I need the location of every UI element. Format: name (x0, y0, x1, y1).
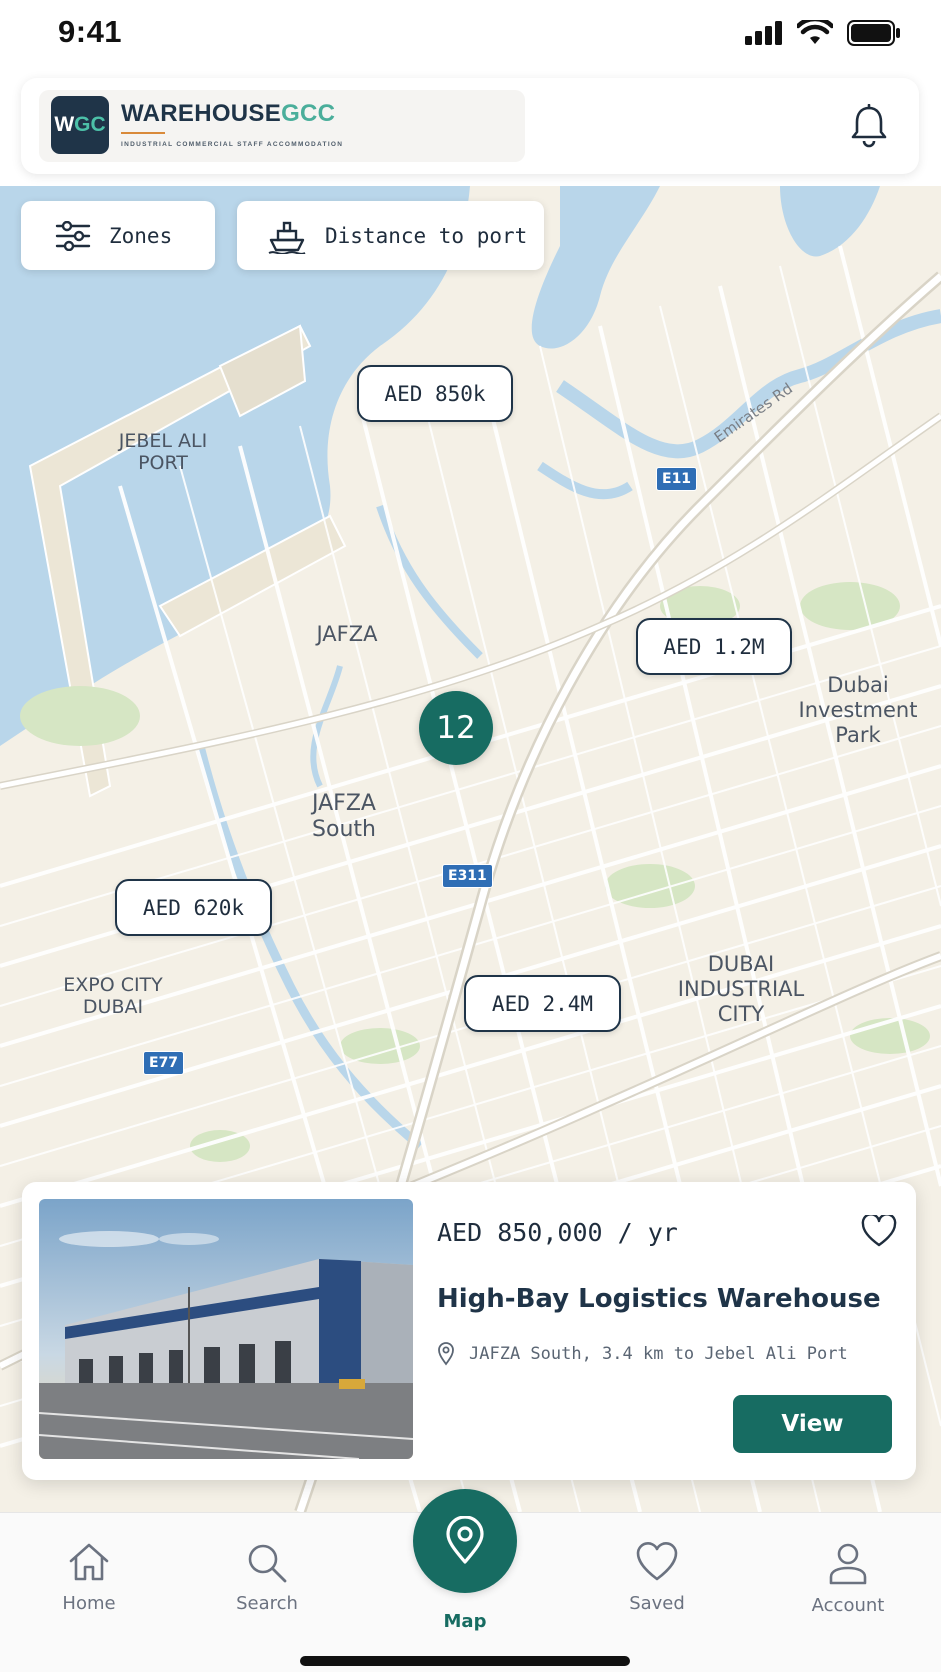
listing-location-text: JAFZA South, 3.4 km to Jebel Ali Port (469, 1344, 848, 1364)
home-icon (69, 1543, 109, 1581)
bell-icon (851, 104, 887, 148)
nav-search-label: Search (236, 1593, 298, 1614)
road-shield-e311: E311 (442, 864, 493, 888)
listing-title: High-Bay Logistics Warehouse (437, 1284, 881, 1314)
bottom-nav: Home Search Map Saved Account (0, 1489, 941, 1672)
label-line: Investment (798, 697, 918, 722)
price-pin[interactable]: AED 850k (357, 365, 513, 422)
sliders-icon (55, 220, 91, 251)
heart-icon (636, 1542, 678, 1581)
brand-logo[interactable]: W GC WAREHOUSEGCC INDUSTRIAL COMMERCIAL S… (39, 90, 525, 162)
map-pin-icon (438, 1342, 454, 1366)
listing-card[interactable]: AED 850,000 / yr High-Bay Logistics Ware… (22, 1182, 916, 1480)
nav-account-label: Account (811, 1595, 885, 1616)
home-indicator (300, 1656, 630, 1666)
wifi-icon (797, 20, 833, 44)
label-line: JEBEL ALI (118, 430, 208, 452)
label-line: DUBAI (82, 996, 144, 1019)
nav-map-button[interactable] (413, 1489, 517, 1593)
logo-mark-w: W (54, 113, 75, 136)
label-dubai-industrial-city: DUBAI INDUSTRIAL CITY (666, 952, 816, 1026)
logo-mark-gc: GC (74, 113, 106, 136)
nav-home[interactable]: Home (29, 1541, 149, 1614)
nav-account[interactable]: Account (788, 1541, 908, 1616)
brand-name-primary: WAREHOUSE (121, 100, 282, 127)
logo-mark: W GC (51, 96, 109, 154)
road-shield-e77: E77 (143, 1051, 185, 1075)
label-line: JAFZA (312, 791, 376, 816)
nav-home-label: Home (62, 1593, 116, 1614)
distance-to-port-button[interactable]: Distance to port (237, 201, 544, 270)
view-button[interactable]: View (733, 1395, 892, 1453)
logo-underline (121, 132, 165, 134)
nav-saved-label: Saved (629, 1593, 685, 1614)
road-shield-e11: E11 (656, 467, 698, 491)
map-pin-icon (446, 1516, 484, 1564)
status-bar: 9:41 (0, 0, 941, 70)
price-pin[interactable]: AED 620k (115, 879, 272, 936)
nav-map-label: Map (443, 1611, 487, 1632)
heart-icon (861, 1215, 897, 1247)
zones-filter-label: Zones (109, 223, 173, 248)
ship-icon (267, 218, 307, 254)
nav-saved[interactable]: Saved (597, 1541, 717, 1614)
label-line: Park (835, 722, 881, 747)
label-line: CITY (717, 1001, 765, 1026)
price-pin[interactable]: AED 1.2M (636, 618, 792, 675)
battery-icon (847, 20, 900, 46)
label-line: EXPO CITY (63, 974, 163, 996)
app-header: W GC WAREHOUSEGCC INDUSTRIAL COMMERCIAL S… (21, 78, 919, 174)
label-line: PORT (138, 452, 188, 475)
label-jebel-ali-port: JEBEL ALI PORT (98, 430, 228, 475)
brand-name-accent: GCC (281, 100, 336, 127)
signal-icon (745, 21, 782, 45)
favorite-button[interactable] (856, 1208, 902, 1254)
price-pin[interactable]: AED 2.4M (464, 975, 621, 1032)
status-icons (745, 20, 901, 46)
label-line: INDUSTRIAL (677, 976, 805, 1001)
label-line: Dubai (827, 673, 889, 697)
label-jafza-south: JAFZA South (294, 791, 394, 843)
distance-filter-label: Distance to port (325, 223, 528, 248)
brand-tagline: INDUSTRIAL COMMERCIAL STAFF ACCOMMODATIO… (121, 141, 344, 148)
nav-search[interactable]: Search (207, 1541, 327, 1614)
listing-photo (39, 1199, 413, 1459)
listing-price: AED 850,000 / yr (437, 1218, 678, 1247)
label-dubai-investment-park: Dubai Investment Park (790, 673, 926, 747)
zones-filter-button[interactable]: Zones (21, 201, 215, 270)
label-line: South (312, 816, 376, 842)
user-icon (829, 1543, 867, 1585)
label-line: DUBAI (707, 952, 775, 976)
search-icon (248, 1544, 287, 1583)
status-time: 9:41 (58, 14, 123, 49)
notifications-button[interactable] (843, 100, 895, 152)
label-line: JAFZA (316, 622, 378, 646)
listing-cluster[interactable]: 12 (419, 691, 493, 765)
brand-name: WAREHOUSEGCC (121, 100, 335, 128)
label-expo-city-dubai: EXPO CITY DUBAI (48, 974, 178, 1019)
label-jafza: JAFZA (297, 622, 397, 647)
listing-location: JAFZA South, 3.4 km to Jebel Ali Port (437, 1342, 848, 1366)
